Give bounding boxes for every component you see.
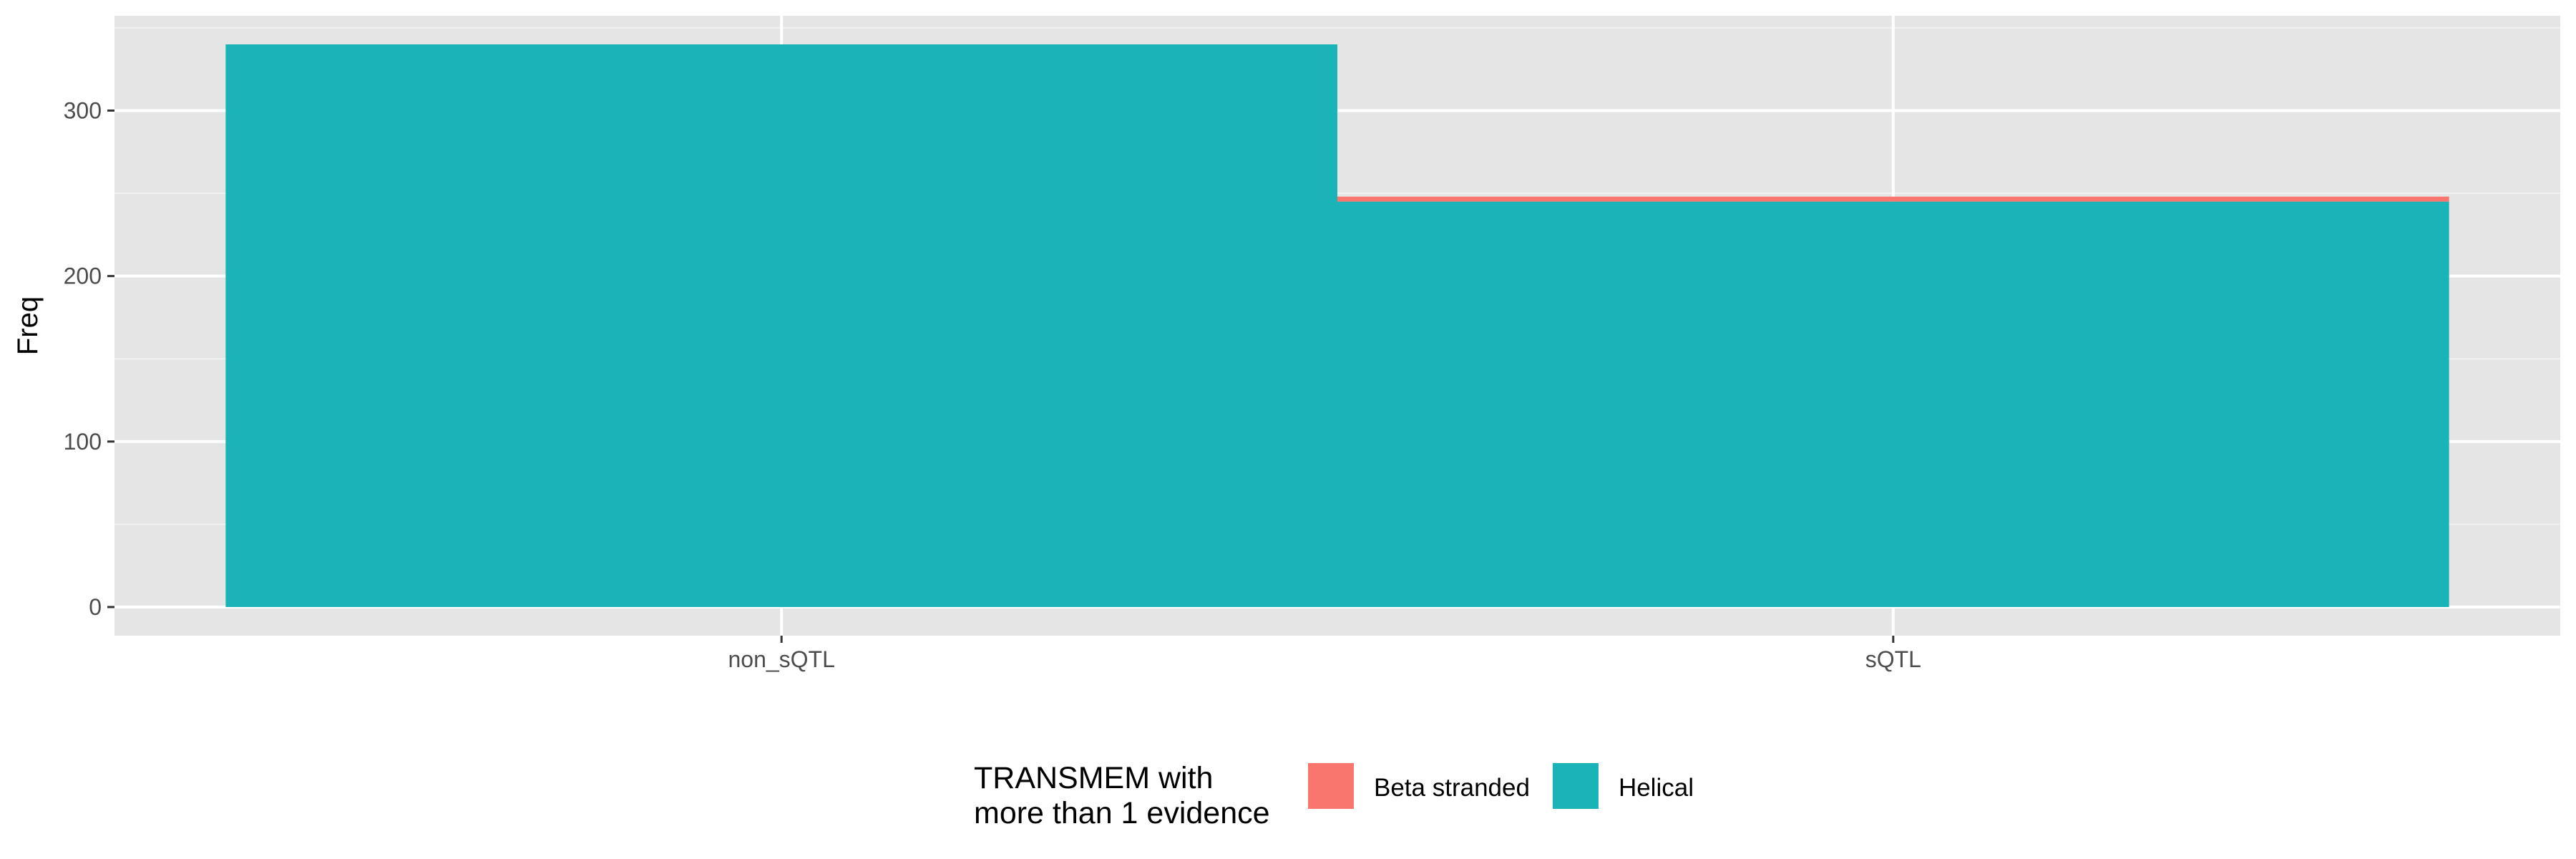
y-axis: 0 100 200 300 — [64, 97, 114, 620]
legend-title-line-1: TRANSMEM with — [974, 761, 1213, 795]
legend-keys: Beta stranded Helical — [1308, 763, 1694, 809]
x-tick-label: non_sQTL — [728, 646, 834, 672]
legend-label-helical: Helical — [1619, 774, 1694, 802]
legend-title-line-2: more than 1 evidence — [974, 796, 1270, 830]
y-tick-label: 0 — [89, 594, 102, 620]
legend: TRANSMEM with more than 1 evidence Beta … — [974, 761, 1694, 830]
legend-swatch-beta-stranded — [1308, 763, 1354, 809]
y-tick-label: 100 — [64, 429, 102, 455]
stacked-bar-chart: 0 100 200 300 non_sQTL sQTL Freq TRANSMEM wi… — [12, 16, 2560, 830]
bar-non-sqtl-helical — [225, 44, 1337, 607]
legend-label-beta-stranded: Beta stranded — [1374, 774, 1530, 802]
y-tick-label: 200 — [64, 263, 102, 289]
x-tick-label: sQTL — [1865, 646, 1921, 672]
y-tick-label: 300 — [64, 97, 102, 123]
x-axis: non_sQTL sQTL — [728, 636, 1921, 672]
y-axis-title: Freq — [12, 296, 44, 355]
bar-sqtl-helical — [1337, 201, 2449, 607]
bar-sqtl-beta-stranded — [1337, 196, 2449, 202]
legend-swatch-helical — [1552, 763, 1599, 809]
